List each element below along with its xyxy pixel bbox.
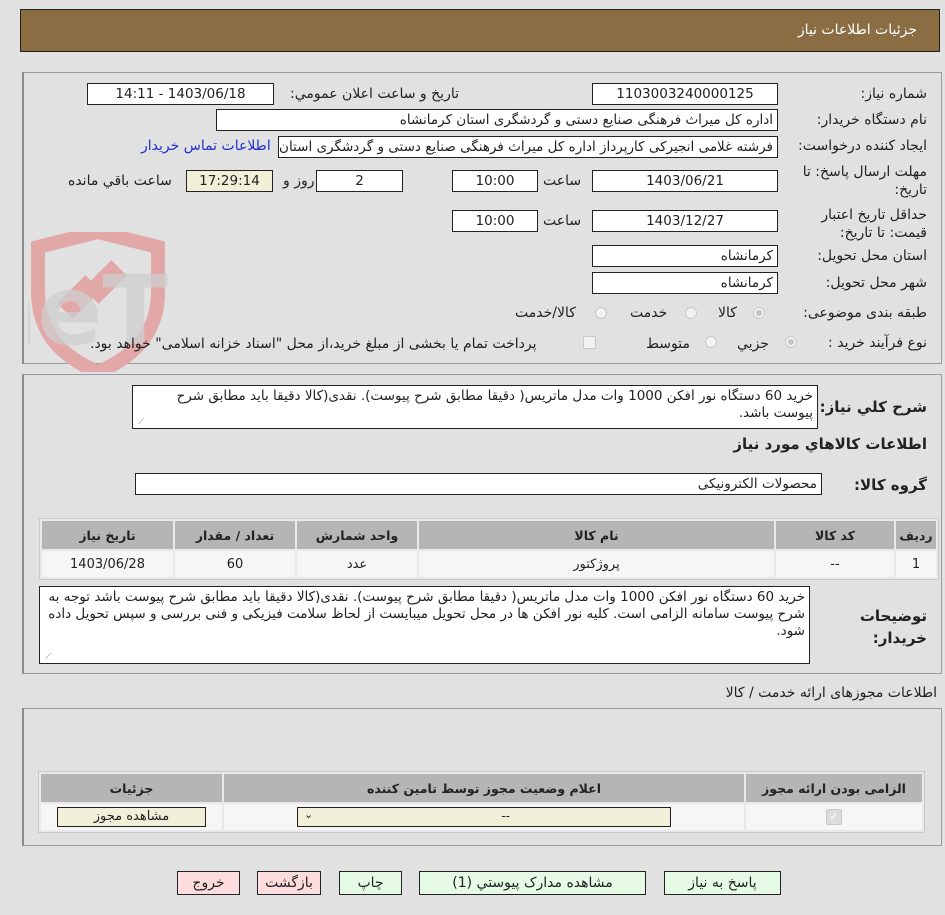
view-attachments-button[interactable]: مشاهده مدارک پیوستي (1) xyxy=(419,871,646,895)
chevron-down-icon: ⌄ xyxy=(304,808,314,821)
buyer-notes-label: توضیحات خریدار: xyxy=(859,607,927,647)
cell-qty: 60 xyxy=(175,551,295,577)
category-label: طبقه بندی موضوعی: xyxy=(803,305,927,321)
cell-required: ✓ xyxy=(746,804,922,830)
permit-status-select[interactable]: -- ⌄ xyxy=(297,807,671,827)
col-date: تاریخ نیاز xyxy=(42,521,173,549)
permits-section-title: اطلاعات مجوزهای ارائه خدمت / کالا xyxy=(725,685,937,701)
category-option-goods: کالا xyxy=(718,305,737,321)
buyer-org-field: اداره کل میراث فرهنگی صنایع دستی و گردشگ… xyxy=(216,109,778,131)
category-radio-goods-service[interactable] xyxy=(595,307,607,319)
table-row: 1 -- پروژکتور عدد 60 1403/06/28 xyxy=(42,551,936,577)
process-option-minor: جزيي xyxy=(737,336,769,352)
table-row: ✓ -- ⌄ مشاهده مجوز xyxy=(41,804,922,830)
col-unit: واحد شمارش xyxy=(297,521,417,549)
col-row: رديف xyxy=(896,521,936,549)
process-option-medium: متوسط xyxy=(646,336,690,352)
treasury-note: پرداخت تمام یا بخشی از مبلغ خرید،از محل … xyxy=(90,336,537,352)
goods-section-title: اطلاعات كالاهاي مورد نياز xyxy=(733,435,927,453)
back-button[interactable]: بازگشت xyxy=(257,871,321,895)
col-status: اعلام وضعیت مجوز توسط تامین کننده xyxy=(224,774,744,802)
remaining-days-field: 2 xyxy=(316,170,403,192)
process-radio-medium[interactable] xyxy=(705,336,717,348)
cell-date: 1403/06/28 xyxy=(42,551,173,577)
process-label: نوع فرآیند خرید : xyxy=(828,335,927,351)
view-permit-button[interactable]: مشاهده مجوز xyxy=(57,807,206,827)
province-field: کرمانشاه xyxy=(592,245,778,267)
description-textarea[interactable]: خرید 60 دستگاه نور افکن 1000 وات مدل مات… xyxy=(132,385,818,429)
buyer-contact-link[interactable]: اطلاعات تماس خریدار xyxy=(141,138,271,154)
page-title: جزئیات اطلاعات نیاز xyxy=(797,22,917,38)
remaining-time-field: 17:29:14 xyxy=(186,170,273,192)
need-number-label: شماره نیاز: xyxy=(860,86,928,102)
cell-status: -- ⌄ xyxy=(224,804,744,830)
validity-time-field: 10:00 xyxy=(452,210,538,232)
required-checkbox: ✓ xyxy=(826,809,842,825)
goods-group-field: محصولات الکترونیکی xyxy=(135,473,822,495)
creator-field: فرشته غلامی انجیرکی کارپرداز اداره کل می… xyxy=(278,136,778,158)
print-button[interactable]: چاپ xyxy=(339,871,402,895)
reply-button[interactable]: پاسخ به نیاز xyxy=(664,871,781,895)
col-details: جزئیات xyxy=(41,774,222,802)
category-option-service: خدمت xyxy=(630,305,668,321)
deadline-label: مهلت ارسال پاسخ: تا تاریخ: xyxy=(802,164,927,198)
announce-date-field: 1403/06/18 - 14:11 xyxy=(87,83,274,105)
col-required: الزامی بودن ارائه مجوز xyxy=(746,774,922,802)
permits-table-header: الزامی بودن ارائه مجوز اعلام وضعیت مجوز … xyxy=(41,774,922,802)
description-text: خرید 60 دستگاه نور افکن 1000 وات مدل مات… xyxy=(176,388,813,421)
buyer-notes-text: خرید 60 دستگاه نور افکن 1000 وات مدل مات… xyxy=(48,589,805,639)
goods-table: رديف کد کالا نام کالا واحد شمارش تعداد /… xyxy=(39,518,939,580)
resize-grip-icon[interactable]: ⟋ xyxy=(43,653,51,661)
announce-date-label: تاریخ و ساعت اعلان عمومي: xyxy=(290,86,459,102)
process-radio-minor[interactable] xyxy=(785,336,797,348)
deadline-time-field: 10:00 xyxy=(452,170,538,192)
permits-table: الزامی بودن ارائه مجوز اعلام وضعیت مجوز … xyxy=(38,771,925,833)
page-header: جزئیات اطلاعات نیاز xyxy=(20,9,940,52)
goods-table-header: رديف کد کالا نام کالا واحد شمارش تعداد /… xyxy=(42,521,936,549)
category-radio-goods[interactable] xyxy=(753,307,765,319)
province-label: استان محل تحویل: xyxy=(817,248,927,264)
deadline-time-label: ساعت xyxy=(543,173,582,189)
remaining-label: ساعت باقي مانده xyxy=(68,173,172,189)
validity-time-label: ساعت xyxy=(543,213,582,229)
exit-button[interactable]: خروج xyxy=(177,871,240,895)
col-name: نام کالا xyxy=(419,521,774,549)
cell-row: 1 xyxy=(896,551,936,577)
buyer-org-label: نام دستگاه خریدار: xyxy=(816,112,927,128)
description-label: شرح كلي نياز: xyxy=(819,398,927,416)
cell-unit: عدد xyxy=(297,551,417,577)
need-number-field: 1103003240000125 xyxy=(592,83,778,105)
cell-name: پروژکتور xyxy=(419,551,774,577)
city-field: کرمانشاه xyxy=(592,272,778,294)
days-and-label: روز و xyxy=(283,173,315,189)
resize-grip-icon[interactable]: ⟋ xyxy=(136,418,144,426)
category-radio-service[interactable] xyxy=(685,307,697,319)
cell-details: مشاهده مجوز xyxy=(41,804,222,830)
category-option-goods-service: کالا/خدمت xyxy=(515,305,576,321)
creator-label: ایجاد کننده درخواست: xyxy=(798,138,927,154)
treasury-checkbox[interactable] xyxy=(583,336,596,349)
city-label: شهر محل تحویل: xyxy=(825,275,927,291)
col-code: کد کالا xyxy=(776,521,894,549)
validity-date-field: 1403/12/27 xyxy=(592,210,778,232)
validity-label: حداقل تاریخ اعتبار قیمت: تا تاریخ: xyxy=(821,207,927,241)
deadline-date-field: 1403/06/21 xyxy=(592,170,778,192)
goods-group-label: گروه کالا: xyxy=(854,476,927,494)
buyer-notes-textarea[interactable]: خرید 60 دستگاه نور افکن 1000 وات مدل مات… xyxy=(39,586,810,664)
col-qty: تعداد / مقدار xyxy=(175,521,295,549)
permit-status-value: -- xyxy=(501,809,510,823)
cell-code: -- xyxy=(776,551,894,577)
